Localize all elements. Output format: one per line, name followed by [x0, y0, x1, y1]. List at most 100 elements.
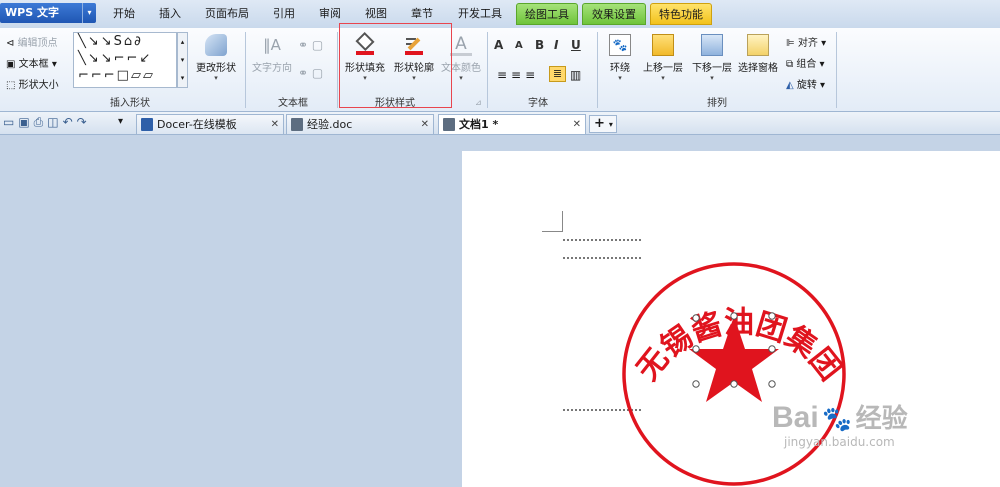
app-name: WPS 文字	[5, 6, 59, 19]
group-separator	[597, 32, 598, 108]
tab-insert[interactable]: 插入	[152, 3, 188, 25]
doc-tab-active[interactable]: 文档1 * ✕	[438, 114, 586, 134]
rotate-label: 旋转	[796, 80, 817, 91]
bring-forward-dropdown-icon: ▾	[661, 74, 665, 82]
document-icon	[443, 118, 455, 131]
tab-page-layout[interactable]: 页面布局	[198, 3, 256, 25]
wrap-dropdown-icon: ▾	[618, 74, 622, 82]
font-group-label: 字体	[528, 98, 548, 109]
shapes-row-icon: ╲↘↘S⌂∂	[78, 34, 143, 49]
new-tab-button[interactable]: + ▾	[589, 115, 617, 133]
close-icon[interactable]: ✕	[573, 115, 581, 135]
change-shape-button[interactable]: 更改形状 ▾	[193, 34, 239, 82]
shapes-row-icon: ╲↘↘⌐⌐↙	[78, 51, 153, 66]
group-button[interactable]: ⧉ 组合 ▾	[786, 55, 825, 70]
app-menu-button[interactable]: WPS 文字 ▾	[0, 3, 96, 23]
new-tab-dropdown-icon[interactable]: ▾	[609, 120, 613, 129]
bring-forward-label: 上移一层	[643, 63, 683, 74]
menu-tab-bar: WPS 文字 ▾ 开始 插入 页面布局 引用 审阅 视图 章节 开发工具 绘图工…	[0, 0, 1000, 28]
document-icon	[291, 118, 303, 131]
group-separator	[836, 32, 837, 108]
wrap-button[interactable]: 🐾 环绕 ▾	[601, 34, 639, 82]
shape-size-label: 形状大小	[18, 80, 59, 91]
shape-size-icon: ⬚	[6, 80, 19, 91]
quick-access-bar: ▭▣⎙◫↶↷ ▾ Docer-在线模板 ✕ 经验.doc ✕ 文档1 * ✕ +…	[0, 112, 1000, 135]
tab-drawing-tools[interactable]: 绘图工具	[516, 3, 578, 25]
italic-button[interactable]: I	[554, 38, 558, 52]
tab-special-features[interactable]: 特色功能	[650, 3, 712, 25]
quick-access-customize-icon[interactable]: ▾	[118, 116, 123, 127]
bring-forward-button[interactable]: 上移一层 ▾	[640, 34, 686, 82]
edit-points-icon: ⊲	[6, 38, 18, 49]
distribute-button-icon[interactable]: ▥	[570, 68, 581, 82]
selection-pane-button[interactable]: 选择窗格	[737, 34, 779, 74]
watermark-url: jingyan.baidu.com	[784, 435, 895, 449]
tab-view[interactable]: 视图	[358, 3, 394, 25]
align-button[interactable]: ⊫ 对齐 ▾	[786, 34, 826, 49]
doc-tab-label: 文档1 *	[459, 118, 499, 131]
textbox-label: 文本框	[18, 59, 49, 70]
change-shape-dropdown-icon: ▾	[214, 74, 218, 82]
link-textbox-icon[interactable]: ⚭ ▢	[298, 38, 323, 52]
group-separator	[245, 32, 246, 108]
text-color-icon: A	[450, 34, 472, 56]
doc-tab-label: Docer-在线模板	[157, 118, 237, 131]
tab-developer[interactable]: 开发工具	[450, 3, 510, 25]
tab-effects[interactable]: 效果设置	[582, 3, 646, 25]
quick-access-icons[interactable]: ▭▣⎙◫↶↷	[3, 115, 91, 130]
arrange-group-label: 排列	[707, 98, 727, 109]
group-separator	[487, 32, 488, 108]
edit-points-label: 编辑顶点	[17, 38, 58, 49]
align-label: 对齐	[797, 38, 818, 49]
send-backward-button[interactable]: 下移一层 ▾	[689, 34, 735, 82]
group-separator	[337, 32, 338, 108]
text-direction-icon: ‖A	[263, 36, 281, 54]
textbox-icon: ▣	[6, 59, 19, 70]
doc-tab-docer[interactable]: Docer-在线模板 ✕	[136, 114, 284, 134]
rotate-button[interactable]: ◭ 旋转 ▾	[786, 76, 825, 91]
send-backward-dropdown-icon: ▾	[710, 74, 714, 82]
shape-size-button[interactable]: ⬚ 形状大小	[6, 76, 59, 91]
shrink-font-button[interactable]: A	[515, 40, 523, 51]
doc-tab-jingyan[interactable]: 经验.doc ✕	[286, 114, 434, 134]
wrap-label: 环绕	[610, 63, 630, 74]
shapes-gallery[interactable]: ╲↘↘S⌂∂ ╲↘↘⌐⌐↙ ⌐⌐⌐□▱▱	[73, 32, 177, 88]
shapes-gallery-scroll[interactable]: ▴ ▾ ▾	[177, 32, 188, 88]
tab-references[interactable]: 引用	[266, 3, 302, 25]
grow-font-button[interactable]: A	[494, 38, 503, 52]
bold-button[interactable]: B	[535, 38, 544, 52]
watermark-brand: Bai	[772, 401, 819, 434]
watermark: Bai 🐾 经验 jingyan.baidu.com	[772, 398, 992, 458]
tab-chapter[interactable]: 章节	[404, 3, 440, 25]
selection-pane-icon	[747, 34, 769, 56]
rotate-icon: ◭	[786, 80, 797, 91]
underline-button[interactable]: U	[571, 38, 581, 52]
dog-icon: 🐾	[609, 34, 631, 56]
dialog-launcher-icon[interactable]: ⊿	[475, 98, 482, 107]
justify-button[interactable]: ≣	[549, 66, 566, 82]
align-icon: ⊫	[786, 38, 798, 49]
align-buttons-icon[interactable]: ≡≡≡	[497, 68, 539, 82]
paw-icon: 🐾	[822, 405, 853, 433]
textbox-button[interactable]: ▣ 文本框 ▾	[6, 55, 57, 70]
tab-home[interactable]: 开始	[106, 3, 142, 25]
shapes-row-icon: ⌐⌐⌐□▱▱	[78, 68, 155, 83]
send-backward-label: 下移一层	[692, 63, 732, 74]
close-icon[interactable]: ✕	[421, 115, 429, 135]
bring-forward-icon	[652, 34, 674, 56]
shape-style-group-label: 形状样式	[375, 98, 415, 109]
text-direction-label: 文字方向	[252, 63, 292, 74]
tab-review[interactable]: 审阅	[312, 3, 348, 25]
edit-points-button[interactable]: ⊲ 编辑顶点	[6, 34, 58, 49]
doc-tab-label: 经验.doc	[307, 118, 353, 131]
group-icon: ⧉	[786, 59, 797, 70]
unlink-textbox-icon[interactable]: ⚭ ▢	[298, 66, 323, 80]
text-direction-button[interactable]: ‖A 文字方向	[249, 34, 295, 74]
change-shape-icon	[205, 34, 227, 56]
send-backward-icon	[701, 34, 723, 56]
app-menu-dropdown-icon[interactable]: ▾	[82, 3, 96, 23]
close-icon[interactable]: ✕	[271, 115, 279, 135]
textbox-group-label: 文本框	[278, 98, 308, 109]
change-shape-label: 更改形状	[196, 63, 236, 74]
ribbon: ⊲ 编辑顶点 ▣ 文本框 ▾ ⬚ 形状大小 ╲↘↘S⌂∂ ╲↘↘⌐⌐↙ ⌐⌐⌐□…	[0, 23, 1000, 112]
